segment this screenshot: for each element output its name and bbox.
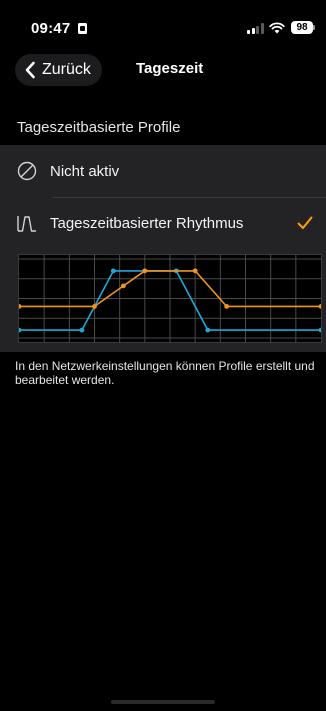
sim-card-icon [78,23,87,34]
rhythm-chart-plot [19,255,321,342]
cellular-signal-icon [247,23,264,34]
chevron-left-icon [25,61,35,79]
series-1-point [318,304,321,309]
disabled-circle-icon [17,161,37,181]
profile-options-group: Nicht aktiv Tageszeitbasierter Rhythmus [0,145,326,352]
footer-hint: In den Netzwerkeinstellungen können Prof… [15,359,315,387]
series-1-point [92,304,97,309]
option-daytime-rhythm[interactable]: Tageszeitbasierter Rhythmus [0,197,326,249]
series-0-point [19,327,22,333]
option-daytime-rhythm-label: Tageszeitbasierter Rhythmus [50,214,244,232]
series-0-point [79,327,85,333]
section-header: Tageszeitbasierte Profile [17,119,181,136]
checkmark-icon [297,216,313,229]
battery-tip [313,25,315,30]
back-button[interactable]: Zurück [15,54,102,86]
series-1-point [224,304,230,309]
series-1-point [142,268,148,274]
battery-icon: 98 [291,21,313,34]
series-1-point [19,304,22,309]
page-title: Tageszeit [136,60,204,77]
series-1-point [192,268,198,274]
status-time: 09:47 [31,20,71,37]
series-1-point [121,283,126,289]
status-bar: 09:47 98 [0,0,326,46]
back-button-label: Zurück [42,61,91,78]
rhythm-chart [18,254,322,343]
series-0-point [318,327,321,333]
option-not-active-label: Nicht aktiv [50,162,120,180]
rhythm-curve-icon [17,216,36,232]
option-not-active[interactable]: Nicht aktiv [0,145,326,197]
series-0-point [205,327,211,333]
screen: 09:47 98 Zurück Tageszeit Tageszeitbasie… [0,0,326,711]
series-0-point [110,268,116,274]
home-indicator [111,700,215,704]
wifi-icon [269,22,285,34]
